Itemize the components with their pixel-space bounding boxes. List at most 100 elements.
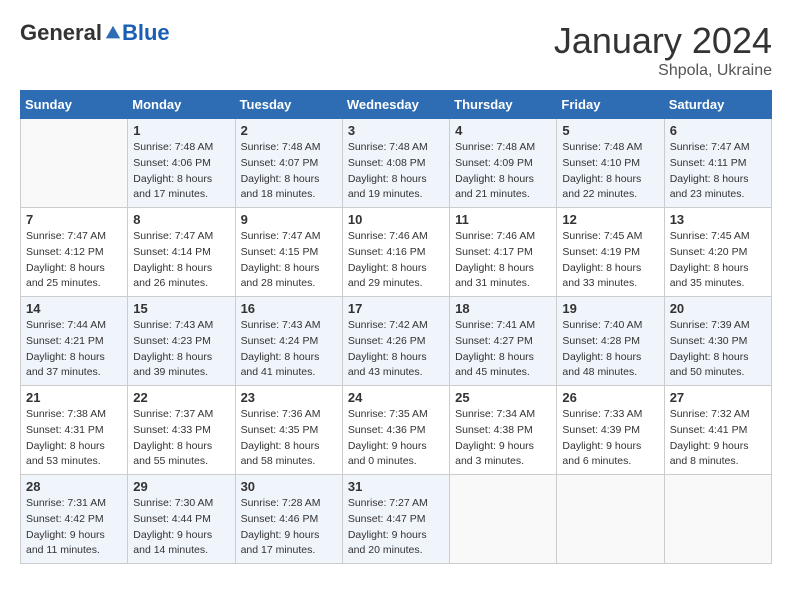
day-number: 21 (26, 390, 122, 405)
day-number: 14 (26, 301, 122, 316)
day-number: 4 (455, 123, 551, 138)
day-info: Sunrise: 7:45 AMSunset: 4:20 PMDaylight:… (670, 229, 766, 292)
calendar-day-cell: 29 Sunrise: 7:30 AMSunset: 4:44 PMDayligh… (128, 475, 235, 564)
day-info: Sunrise: 7:27 AMSunset: 4:47 PMDaylight:… (348, 496, 444, 559)
day-info: Sunrise: 7:33 AMSunset: 4:39 PMDaylight:… (562, 407, 658, 470)
day-number: 17 (348, 301, 444, 316)
calendar-day-cell: 14Sunrise: 7:44 AMSunset: 4:21 PMDayligh… (21, 297, 128, 386)
day-number: 28 (26, 479, 122, 494)
day-number: 8 (133, 212, 229, 227)
calendar-day-cell: 12 Sunrise: 7:45 AMSunset: 4:19 PMDayligh… (557, 208, 664, 297)
calendar-week-row: 28 Sunrise: 7:31 AMSunset: 4:42 PMDayligh… (21, 475, 772, 564)
day-number: 20 (670, 301, 766, 316)
day-info: Sunrise: 7:43 AMSunset: 4:23 PMDaylight:… (133, 318, 229, 381)
calendar-day-cell: 22 Sunrise: 7:37 AMSunset: 4:33 PMDayligh… (128, 386, 235, 475)
calendar-day-cell: 20 Sunrise: 7:39 AMSunset: 4:30 PMDayligh… (664, 297, 771, 386)
calendar-day-cell: 28 Sunrise: 7:31 AMSunset: 4:42 PMDayligh… (21, 475, 128, 564)
day-number: 9 (241, 212, 337, 227)
weekday-header-cell: Friday (557, 91, 664, 119)
calendar-day-cell: 26 Sunrise: 7:33 AMSunset: 4:39 PMDayligh… (557, 386, 664, 475)
day-info: Sunrise: 7:37 AMSunset: 4:33 PMDaylight:… (133, 407, 229, 470)
calendar-day-cell: 6Sunrise: 7:47 AMSunset: 4:11 PMDaylight… (664, 119, 771, 208)
calendar-day-cell: 24 Sunrise: 7:35 AMSunset: 4:36 PMDayligh… (342, 386, 449, 475)
day-number: 23 (241, 390, 337, 405)
calendar-body: 1 Sunrise: 7:48 AMSunset: 4:06 PMDaylight… (21, 119, 772, 564)
day-info: Sunrise: 7:47 AMSunset: 4:15 PMDaylight:… (241, 229, 337, 292)
day-number: 15 (133, 301, 229, 316)
calendar-day-cell (21, 119, 128, 208)
calendar-day-cell (664, 475, 771, 564)
calendar-day-cell: 10Sunrise: 7:46 AMSunset: 4:16 PMDayligh… (342, 208, 449, 297)
day-number: 29 (133, 479, 229, 494)
calendar-day-cell: 15 Sunrise: 7:43 AMSunset: 4:23 PMDayligh… (128, 297, 235, 386)
calendar-day-cell: 18 Sunrise: 7:41 AMSunset: 4:27 PMDayligh… (450, 297, 557, 386)
calendar-day-cell: 21 Sunrise: 7:38 AMSunset: 4:31 PMDayligh… (21, 386, 128, 475)
day-info: Sunrise: 7:28 AMSunset: 4:46 PMDaylight:… (241, 496, 337, 559)
weekday-header-cell: Wednesday (342, 91, 449, 119)
day-number: 3 (348, 123, 444, 138)
calendar-week-row: 14Sunrise: 7:44 AMSunset: 4:21 PMDayligh… (21, 297, 772, 386)
calendar-day-cell: 4 Sunrise: 7:48 AMSunset: 4:09 PMDaylight… (450, 119, 557, 208)
day-info: Sunrise: 7:31 AMSunset: 4:42 PMDaylight:… (26, 496, 122, 559)
day-info: Sunrise: 7:40 AMSunset: 4:28 PMDaylight:… (562, 318, 658, 381)
weekday-header-cell: Sunday (21, 91, 128, 119)
day-info: Sunrise: 7:47 AMSunset: 4:14 PMDaylight:… (133, 229, 229, 292)
calendar-day-cell: 30Sunrise: 7:28 AMSunset: 4:46 PMDayligh… (235, 475, 342, 564)
day-info: Sunrise: 7:36 AMSunset: 4:35 PMDaylight:… (241, 407, 337, 470)
day-info: Sunrise: 7:48 AMSunset: 4:06 PMDaylight:… (133, 140, 229, 203)
logo: General Blue (20, 20, 170, 46)
location-subtitle: Shpola, Ukraine (554, 62, 772, 80)
day-number: 24 (348, 390, 444, 405)
day-number: 1 (133, 123, 229, 138)
day-number: 25 (455, 390, 551, 405)
day-info: Sunrise: 7:45 AMSunset: 4:19 PMDaylight:… (562, 229, 658, 292)
day-number: 18 (455, 301, 551, 316)
day-number: 2 (241, 123, 337, 138)
day-info: Sunrise: 7:41 AMSunset: 4:27 PMDaylight:… (455, 318, 551, 381)
day-number: 31 (348, 479, 444, 494)
calendar-day-cell: 3 Sunrise: 7:48 AMSunset: 4:08 PMDaylight… (342, 119, 449, 208)
day-number: 26 (562, 390, 658, 405)
calendar-day-cell: 1 Sunrise: 7:48 AMSunset: 4:06 PMDaylight… (128, 119, 235, 208)
calendar-day-cell (450, 475, 557, 564)
calendar-day-cell: 25 Sunrise: 7:34 AMSunset: 4:38 PMDayligh… (450, 386, 557, 475)
day-number: 22 (133, 390, 229, 405)
day-number: 13 (670, 212, 766, 227)
calendar-day-cell: 11 Sunrise: 7:46 AMSunset: 4:17 PMDayligh… (450, 208, 557, 297)
day-number: 6 (670, 123, 766, 138)
day-number: 16 (241, 301, 337, 316)
day-number: 7 (26, 212, 122, 227)
day-number: 12 (562, 212, 658, 227)
day-info: Sunrise: 7:34 AMSunset: 4:38 PMDaylight:… (455, 407, 551, 470)
month-title: January 2024 (554, 20, 772, 62)
day-number: 27 (670, 390, 766, 405)
day-info: Sunrise: 7:35 AMSunset: 4:36 PMDaylight:… (348, 407, 444, 470)
weekday-header-row: SundayMondayTuesdayWednesdayThursdayFrid… (21, 91, 772, 119)
day-number: 5 (562, 123, 658, 138)
calendar-day-cell: 19Sunrise: 7:40 AMSunset: 4:28 PMDayligh… (557, 297, 664, 386)
day-info: Sunrise: 7:38 AMSunset: 4:31 PMDaylight:… (26, 407, 122, 470)
calendar-day-cell: 16Sunrise: 7:43 AMSunset: 4:24 PMDayligh… (235, 297, 342, 386)
calendar-day-cell: 27 Sunrise: 7:32 AMSunset: 4:41 PMDayligh… (664, 386, 771, 475)
calendar-day-cell (557, 475, 664, 564)
calendar-day-cell: 23 Sunrise: 7:36 AMSunset: 4:35 PMDayligh… (235, 386, 342, 475)
calendar-week-row: 21 Sunrise: 7:38 AMSunset: 4:31 PMDayligh… (21, 386, 772, 475)
day-number: 11 (455, 212, 551, 227)
day-info: Sunrise: 7:30 AMSunset: 4:44 PMDaylight:… (133, 496, 229, 559)
day-info: Sunrise: 7:48 AMSunset: 4:07 PMDaylight:… (241, 140, 337, 203)
day-info: Sunrise: 7:48 AMSunset: 4:08 PMDaylight:… (348, 140, 444, 203)
day-info: Sunrise: 7:39 AMSunset: 4:30 PMDaylight:… (670, 318, 766, 381)
logo-icon (104, 24, 122, 42)
day-info: Sunrise: 7:48 AMSunset: 4:09 PMDaylight:… (455, 140, 551, 203)
calendar-day-cell: 13 Sunrise: 7:45 AMSunset: 4:20 PMDayligh… (664, 208, 771, 297)
day-info: Sunrise: 7:46 AMSunset: 4:17 PMDaylight:… (455, 229, 551, 292)
day-number: 10 (348, 212, 444, 227)
weekday-header-cell: Thursday (450, 91, 557, 119)
day-info: Sunrise: 7:47 AMSunset: 4:12 PMDaylight:… (26, 229, 122, 292)
day-info: Sunrise: 7:32 AMSunset: 4:41 PMDaylight:… (670, 407, 766, 470)
calendar-day-cell: 8 Sunrise: 7:47 AMSunset: 4:14 PMDaylight… (128, 208, 235, 297)
calendar-table: SundayMondayTuesdayWednesdayThursdayFrid… (20, 90, 772, 564)
calendar-week-row: 7 Sunrise: 7:47 AMSunset: 4:12 PMDaylight… (21, 208, 772, 297)
day-info: Sunrise: 7:48 AMSunset: 4:10 PMDaylight:… (562, 140, 658, 203)
weekday-header-cell: Monday (128, 91, 235, 119)
